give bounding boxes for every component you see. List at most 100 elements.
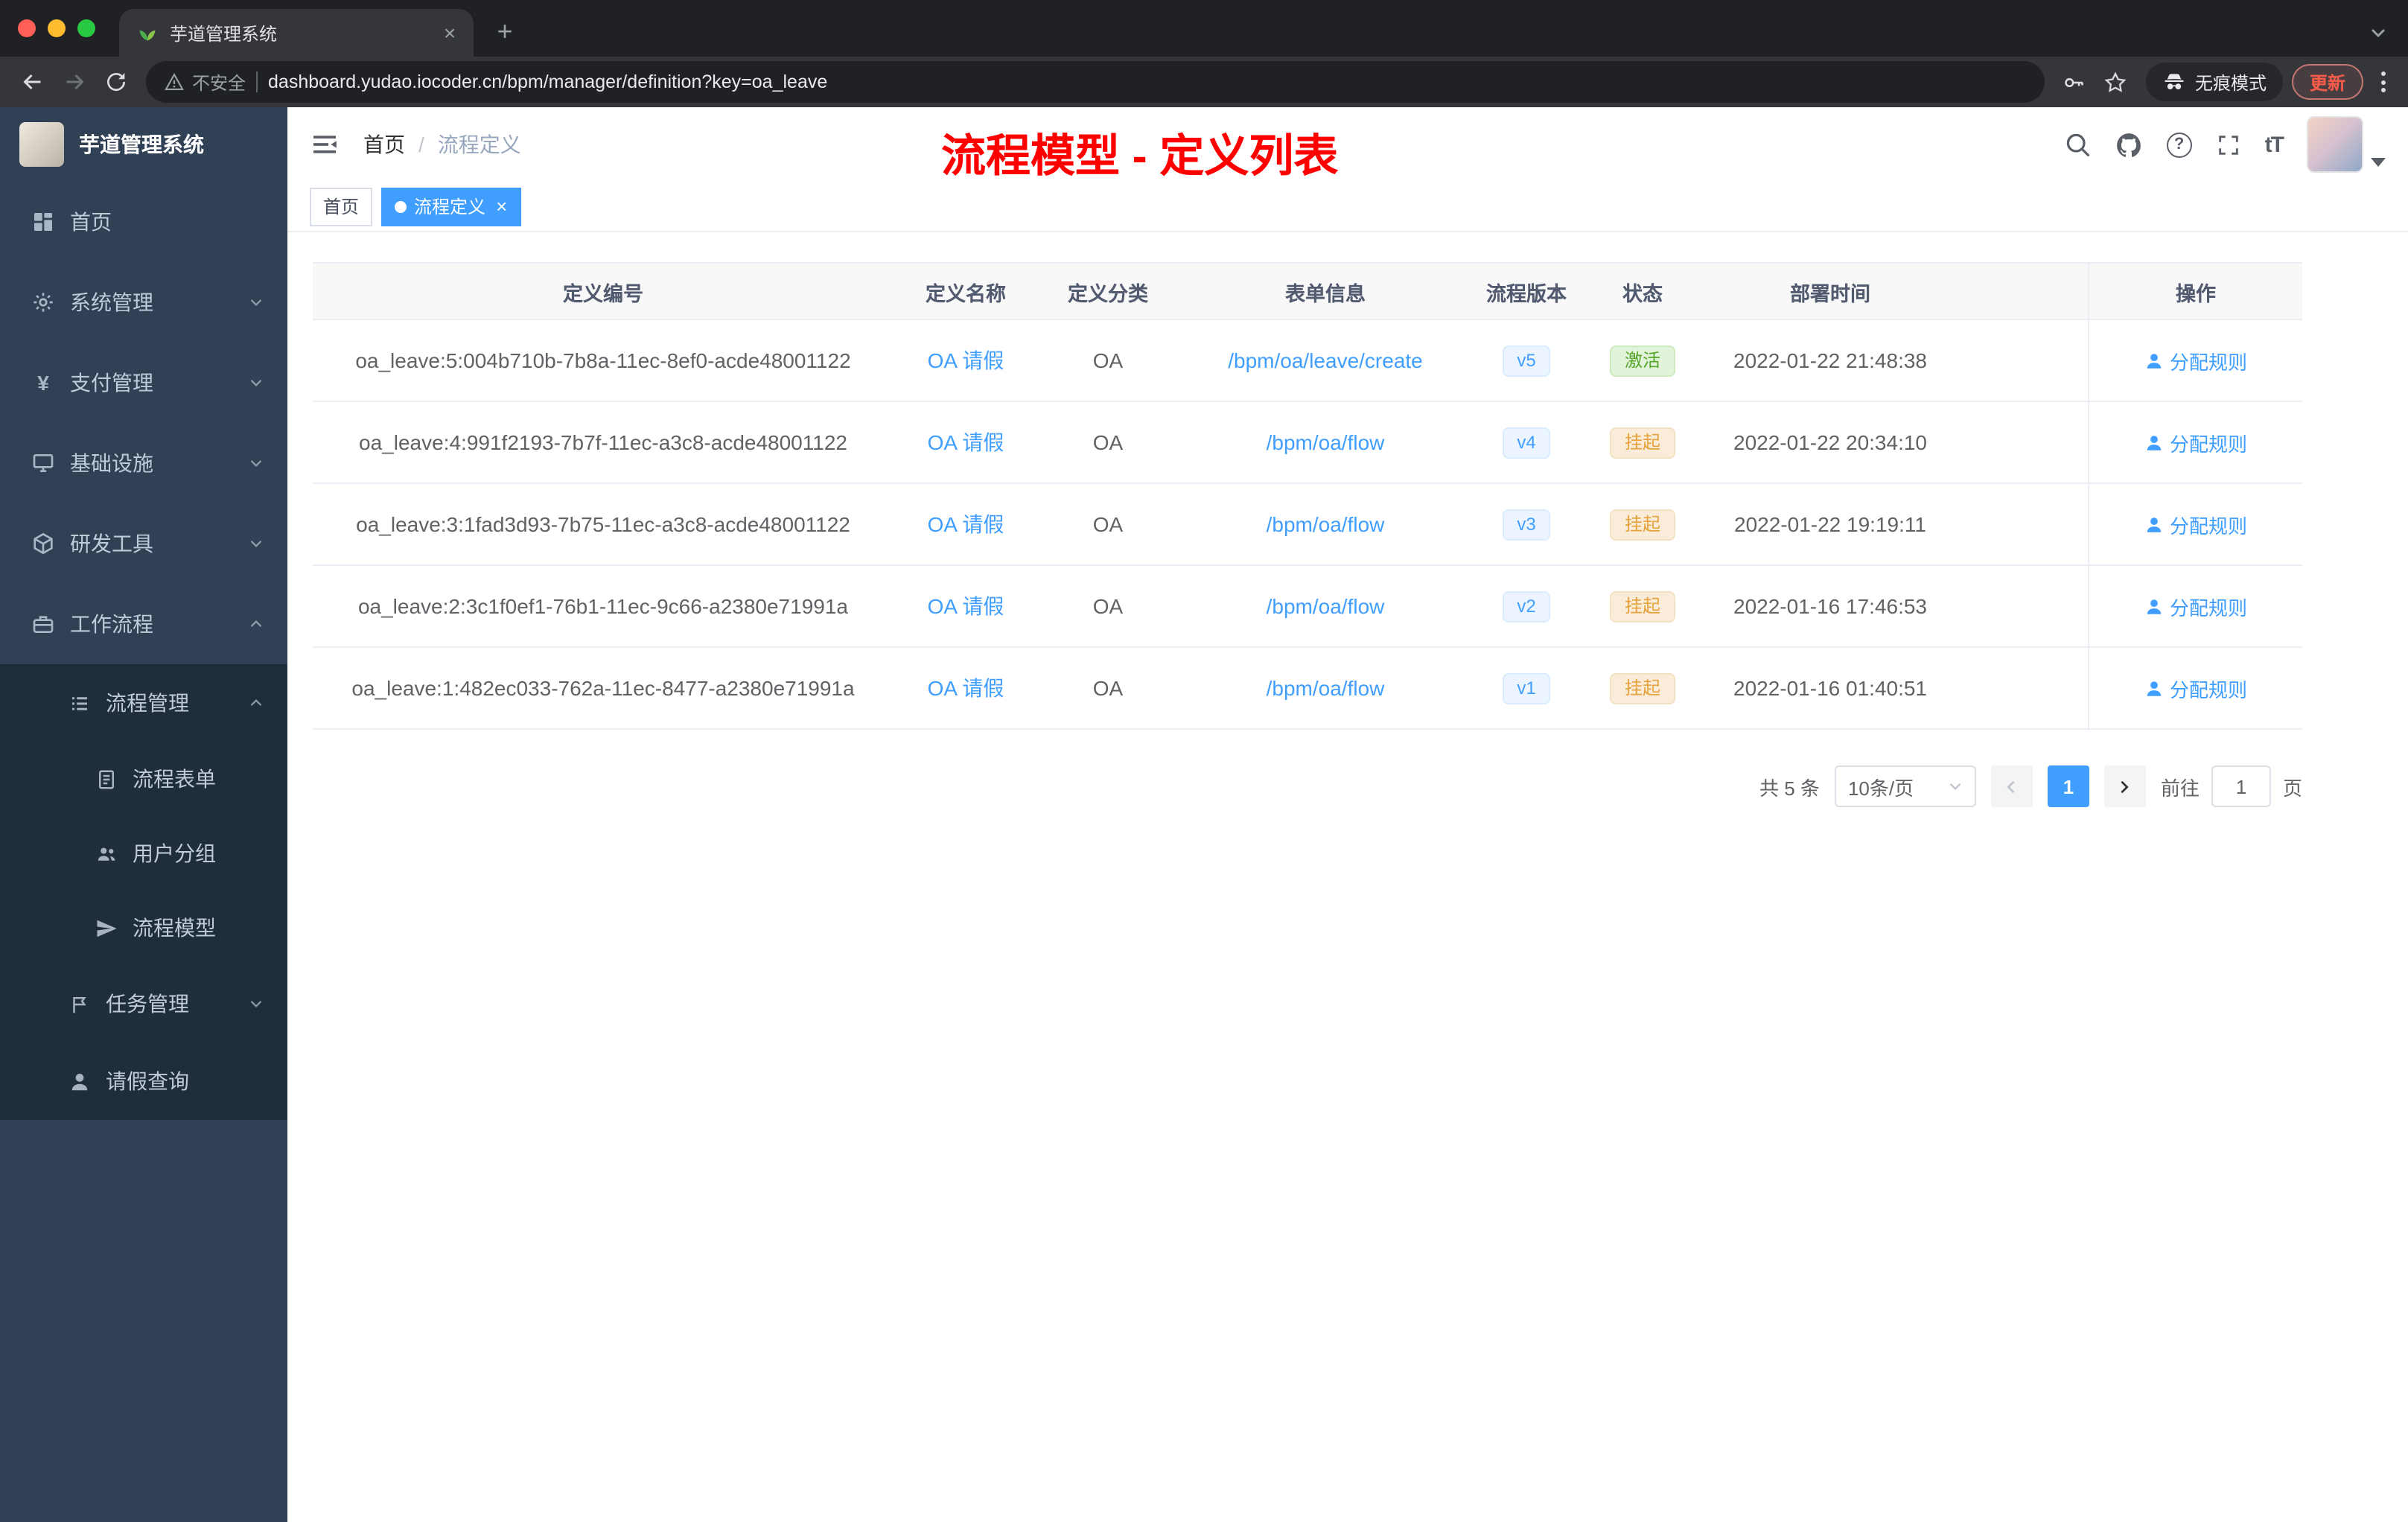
table-row: oa_leave:2:3c1f0ef1-76b1-11ec-9c66-a2380… [313, 566, 2302, 648]
sidebar-item-process-model[interactable]: 流程模型 [0, 891, 287, 965]
goto-page-input[interactable] [2211, 765, 2271, 807]
sidebar-item-label: 流程表单 [133, 767, 216, 791]
chevron-down-icon [2371, 158, 2386, 167]
version-badge: v4 [1502, 427, 1551, 458]
cell-category: OA [1038, 484, 1178, 566]
chevron-down-icon [249, 375, 264, 390]
security-label: 不安全 [192, 72, 246, 93]
cell-actions: 分配规则 [2088, 566, 2302, 648]
sidebar-item-label: 研发工具 [70, 532, 153, 555]
prev-page-button[interactable] [1990, 765, 2033, 807]
person-icon [2147, 353, 2162, 368]
sidebar-item-process-mgmt[interactable]: 流程管理 [0, 664, 287, 742]
sidebar-item-dev-tools[interactable]: 研发工具 [0, 503, 287, 584]
definition-name-link[interactable]: OA 请假 [928, 673, 1004, 703]
hamburger-icon[interactable] [310, 130, 340, 159]
tag-process-definition[interactable]: 流程定义 × [381, 187, 521, 226]
logo-image [19, 122, 64, 167]
assign-rule-link[interactable]: 分配规则 [2144, 428, 2247, 456]
user-menu[interactable] [2307, 116, 2386, 173]
document-icon [92, 768, 119, 790]
fullscreen-icon[interactable] [2216, 132, 2241, 157]
next-page-button[interactable] [2103, 765, 2146, 807]
breadcrumb-separator: / [418, 133, 424, 156]
col-actions: 操作 [2088, 264, 2302, 320]
breadcrumb-current: 流程定义 [437, 133, 521, 156]
tab-close-icon[interactable]: × [438, 21, 462, 45]
definition-name-link[interactable]: OA 请假 [928, 591, 1004, 621]
cell-category: OA [1038, 320, 1178, 402]
sidebar-item-payment-mgmt[interactable]: ¥ 支付管理 [0, 343, 287, 423]
deploy-time: 2022-01-16 17:46:53 [1733, 594, 1927, 618]
navbar: 首页 / 流程定义 流程模型 - 定义列表 ? tT [287, 107, 2408, 182]
search-icon[interactable] [2064, 131, 2091, 158]
sidebar-item-workflow[interactable]: 工作流程 [0, 584, 287, 664]
address-bar[interactable]: 不安全 dashboard.yudao.iocoder.cn/bpm/manag… [146, 61, 2045, 103]
sidebar-item-process-form[interactable]: 流程表单 [0, 742, 287, 816]
status-badge: 激活 [1609, 345, 1675, 376]
tag-home[interactable]: 首页 [310, 187, 373, 226]
col-deploy-time: 部署时间 [1705, 264, 1955, 320]
navbar-icons: ? tT [2064, 116, 2386, 173]
assign-rule-link[interactable]: 分配规则 [2144, 592, 2247, 620]
page-annotation: 流程模型 - 定义列表 [941, 133, 1339, 182]
form-link[interactable]: /bpm/oa/flow [1267, 512, 1385, 536]
assign-rule-link[interactable]: 分配规则 [2144, 510, 2247, 538]
form-link[interactable]: /bpm/oa/flow [1267, 594, 1385, 618]
form-link[interactable]: /bpm/oa/flow [1267, 430, 1385, 454]
sidebar-item-label: 支付管理 [70, 371, 153, 395]
sidebar-item-label: 基础设施 [70, 451, 153, 475]
breadcrumb-home[interactable]: 首页 [363, 130, 405, 159]
definition-id: oa_leave:3:1fad3d93-7b75-11ec-a3c8-acde4… [356, 512, 850, 536]
definition-name-link[interactable]: OA 请假 [928, 509, 1004, 539]
sidebar-item-infrastructure[interactable]: 基础设施 [0, 423, 287, 503]
sidebar-item-user-group[interactable]: 用户分组 [0, 816, 287, 891]
app-root: 芋道管理系统 首页 系统管理 ¥ 支付管理 基础设施 研发工具 工作流程 流程管… [0, 107, 2408, 1522]
col-process-version: 流程版本 [1473, 264, 1580, 320]
browser-menu-kebab-icon[interactable] [2369, 61, 2396, 103]
back-button[interactable] [12, 61, 54, 103]
cell-definition-id: oa_leave:4:991f2193-7b7f-11ec-a3c8-acde4… [313, 402, 894, 484]
tag-close-icon[interactable]: × [496, 195, 507, 217]
assign-rule-link[interactable]: 分配规则 [2144, 674, 2247, 702]
tab-list-chevron-icon[interactable] [2369, 24, 2387, 42]
col-definition-id: 定义编号 [313, 264, 894, 320]
cube-icon [30, 532, 57, 555]
bookmark-star-icon[interactable] [2095, 61, 2137, 103]
cell-filler [1955, 648, 2088, 730]
definition-name-link[interactable]: OA 请假 [928, 346, 1004, 375]
page-size-select[interactable]: 10条/页 [1834, 765, 1976, 807]
cell-version: v5 [1473, 320, 1580, 402]
flag-icon [66, 993, 92, 1015]
send-icon [92, 917, 119, 939]
assign-rule-link[interactable]: 分配规则 [2144, 346, 2247, 375]
workflow-submenu: 流程管理 流程表单 用户分组 流程模型 任务管理 请假查询 [0, 664, 287, 1120]
cell-category: OA [1038, 648, 1178, 730]
sidebar-item-leave-query[interactable]: 请假查询 [0, 1042, 287, 1120]
sidebar-logo[interactable]: 芋道管理系统 [0, 107, 287, 182]
page-number-button[interactable]: 1 [2047, 765, 2089, 807]
sidebar-item-system-mgmt[interactable]: 系统管理 [0, 262, 287, 343]
definition-name-link[interactable]: OA 请假 [928, 427, 1004, 457]
forward-button[interactable] [54, 61, 95, 103]
help-icon[interactable]: ? [2166, 132, 2192, 157]
password-key-icon[interactable] [2054, 61, 2095, 103]
sidebar-item-home[interactable]: 首页 [0, 182, 287, 262]
form-link[interactable]: /bpm/oa/flow [1267, 676, 1385, 700]
list-icon [66, 692, 92, 714]
minimize-window-button[interactable] [48, 19, 66, 37]
update-browser-button[interactable]: 更新 [2291, 64, 2363, 100]
version-badge: v3 [1502, 509, 1551, 540]
browser-tab[interactable]: 芋道管理系统 × [119, 9, 474, 57]
font-size-icon[interactable]: tT [2265, 132, 2284, 157]
github-icon[interactable] [2115, 130, 2143, 159]
cell-category: OA [1038, 402, 1178, 484]
goto-page: 前往 页 [2161, 765, 2302, 807]
reload-button[interactable] [95, 61, 137, 103]
close-window-button[interactable] [18, 19, 36, 37]
new-tab-button[interactable]: + [485, 12, 524, 51]
sidebar-item-task-mgmt[interactable]: 任务管理 [0, 965, 287, 1042]
form-link[interactable]: /bpm/oa/leave/create [1228, 348, 1423, 372]
zoom-window-button[interactable] [77, 19, 95, 37]
payment-icon: ¥ [37, 371, 49, 395]
